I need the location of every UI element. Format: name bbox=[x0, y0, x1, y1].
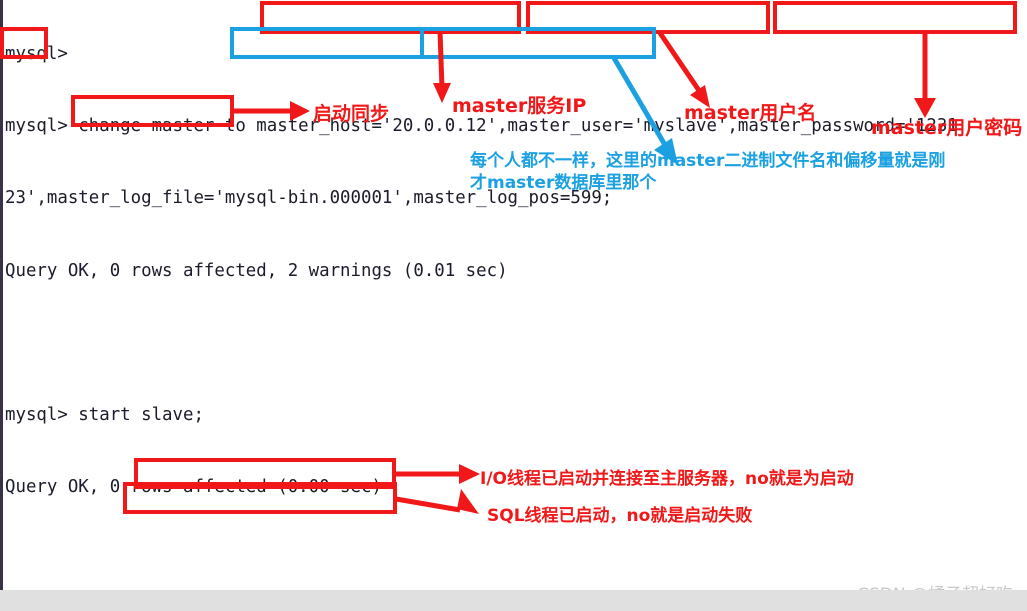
terminal-line: mysql> start slave; bbox=[5, 404, 204, 425]
annotation-start-sync: 启动同步 bbox=[313, 103, 390, 125]
annotation-binlog-note-line2: 才master数据库里那个 bbox=[470, 173, 657, 193]
annotation-master-user: master用户名 bbox=[684, 102, 817, 124]
window-left-edge bbox=[0, 0, 3, 590]
annotation-master-ip: master服务IP bbox=[452, 95, 587, 117]
terminal-screenshot: mysql> mysql> change master to master_ho… bbox=[0, 0, 1027, 611]
annotation-master-password: master用户密码 bbox=[871, 117, 1023, 139]
annotation-sql-thread: SQL线程已启动，no就是启动失败 bbox=[487, 506, 753, 526]
terminal-line: mysql> bbox=[5, 44, 68, 65]
terminal-line: Query OK, 0 rows affected, 2 warnings (0… bbox=[5, 260, 508, 281]
annotation-io-thread: I/O线程已启动并连接至主服务器，no就是为启动 bbox=[480, 469, 854, 489]
bottom-status-bar bbox=[0, 590, 1027, 611]
